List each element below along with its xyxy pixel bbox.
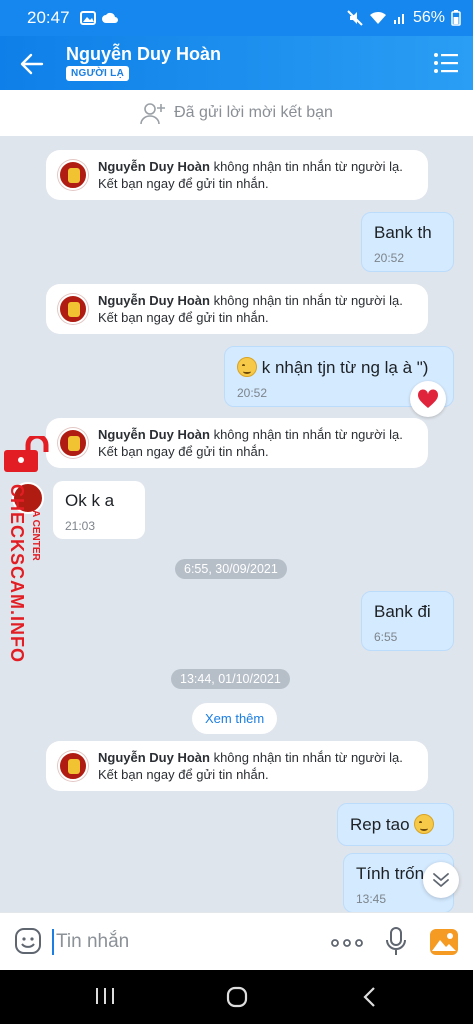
contact-avatar[interactable] bbox=[58, 428, 88, 458]
menu-list-icon[interactable] bbox=[433, 51, 459, 75]
message-input[interactable]: Tin nhắn bbox=[52, 929, 129, 955]
scroll-to-bottom-button[interactable] bbox=[423, 862, 459, 898]
chat-area[interactable]: Nguyễn Duy Hoàn không nhận tin nhắn từ n… bbox=[0, 136, 473, 912]
message-text: Bank th bbox=[374, 223, 432, 242]
notice-text: không nhận tin nhắn từ người lạ. bbox=[209, 293, 403, 308]
notice-subtext: Kết bạn ngay để gửi tin nhắn. bbox=[98, 767, 269, 782]
system-nav-bar bbox=[0, 970, 473, 1024]
notice-subtext: Kết bạn ngay để gửi tin nhắn. bbox=[98, 444, 269, 459]
date-separator: 6:55, 30/09/2021 bbox=[175, 559, 287, 579]
emoji-sticker-icon[interactable] bbox=[14, 927, 42, 955]
notice-text: không nhận tin nhắn từ người lạ. bbox=[209, 159, 403, 174]
see-more-button[interactable]: Xem thêm bbox=[192, 703, 278, 734]
stranger-notice: Nguyễn Duy Hoàn không nhận tin nhắn từ n… bbox=[46, 284, 428, 334]
cloud-notification-icon bbox=[101, 12, 118, 23]
smile-emoji-icon bbox=[237, 357, 257, 377]
watermark-brand: CHECKSCAM.INFO bbox=[7, 484, 27, 663]
friend-request-bar: Đã gửi lời mời kết bạn bbox=[0, 90, 473, 136]
battery-icon bbox=[451, 10, 461, 26]
back-nav-icon[interactable] bbox=[362, 986, 376, 1008]
mute-icon bbox=[347, 10, 363, 26]
friend-request-status: Đã gửi lời mời kết bạn bbox=[174, 104, 333, 121]
stranger-notice: Nguyễn Duy Hoàn không nhận tin nhắn từ n… bbox=[46, 150, 428, 200]
status-bar: 20:47 56% bbox=[0, 0, 473, 36]
contact-avatar[interactable] bbox=[58, 751, 88, 781]
message-text: Ok k a bbox=[65, 491, 115, 510]
message-time: 21:03 bbox=[65, 519, 96, 533]
notice-text: không nhận tin nhắn từ người lạ. bbox=[209, 750, 403, 765]
notice-name: Nguyễn Duy Hoàn bbox=[98, 293, 210, 308]
date-separator: 13:44, 01/10/2021 bbox=[171, 669, 290, 689]
status-time: 20:47 bbox=[27, 8, 70, 27]
notice-subtext: Kết bạn ngay để gửi tin nhắn. bbox=[98, 176, 269, 191]
microphone-icon[interactable] bbox=[385, 927, 407, 957]
watermark-subtext: A CENTER bbox=[30, 510, 41, 561]
image-notification-icon bbox=[79, 11, 96, 25]
message-composer: Tin nhắn bbox=[0, 912, 473, 970]
incoming-message[interactable]: Ok k a 21:03 bbox=[53, 481, 145, 539]
notice-name: Nguyễn Duy Hoàn bbox=[98, 159, 210, 174]
stranger-notice: Nguyễn Duy Hoàn không nhận tin nhắn từ n… bbox=[46, 741, 428, 791]
heart-icon bbox=[417, 389, 439, 408]
outgoing-message[interactable]: Bank đi 6:55 bbox=[361, 591, 454, 651]
message-text: Bank đi bbox=[374, 602, 431, 621]
contact-avatar[interactable] bbox=[58, 294, 88, 324]
stranger-badge: NGƯỜI LẠ bbox=[66, 66, 130, 81]
double-chevron-down-icon bbox=[433, 873, 449, 887]
contact-avatar[interactable] bbox=[58, 160, 88, 190]
notice-text: không nhận tin nhắn từ người lạ. bbox=[209, 427, 403, 442]
heart-reaction[interactable] bbox=[410, 381, 446, 417]
chat-header: Nguyễn Duy Hoàn NGƯỜI LẠ bbox=[0, 36, 473, 90]
message-time: 6:55 bbox=[374, 630, 398, 644]
back-arrow-icon[interactable] bbox=[18, 50, 46, 78]
wifi-icon bbox=[369, 11, 386, 24]
recent-apps-icon[interactable] bbox=[94, 986, 116, 1006]
battery-percent: 56% bbox=[412, 9, 445, 26]
notice-subtext: Kết bạn ngay để gửi tin nhắn. bbox=[98, 310, 269, 325]
more-options-icon[interactable] bbox=[331, 939, 363, 947]
message-text: Rep tao bbox=[350, 815, 410, 834]
lock-watermark-icon bbox=[4, 436, 49, 472]
contact-name[interactable]: Nguyễn Duy Hoàn bbox=[66, 44, 221, 65]
outgoing-message[interactable]: Rep tao bbox=[337, 803, 454, 846]
add-friend-icon bbox=[140, 103, 166, 125]
message-text: k nhận tjn từ ng lạ à ") bbox=[261, 358, 429, 377]
notice-name: Nguyễn Duy Hoàn bbox=[98, 427, 210, 442]
smile-emoji-icon bbox=[414, 814, 435, 834]
message-time: 20:52 bbox=[374, 251, 405, 265]
message-time: 13:45 bbox=[356, 892, 387, 906]
image-gallery-icon[interactable] bbox=[429, 928, 459, 956]
outgoing-message[interactable]: Bank th 20:52 bbox=[361, 212, 454, 272]
signal-icon bbox=[393, 14, 404, 24]
notice-name: Nguyễn Duy Hoàn bbox=[98, 750, 210, 765]
stranger-notice: Nguyễn Duy Hoàn không nhận tin nhắn từ n… bbox=[46, 418, 428, 468]
home-icon[interactable] bbox=[226, 986, 248, 1008]
